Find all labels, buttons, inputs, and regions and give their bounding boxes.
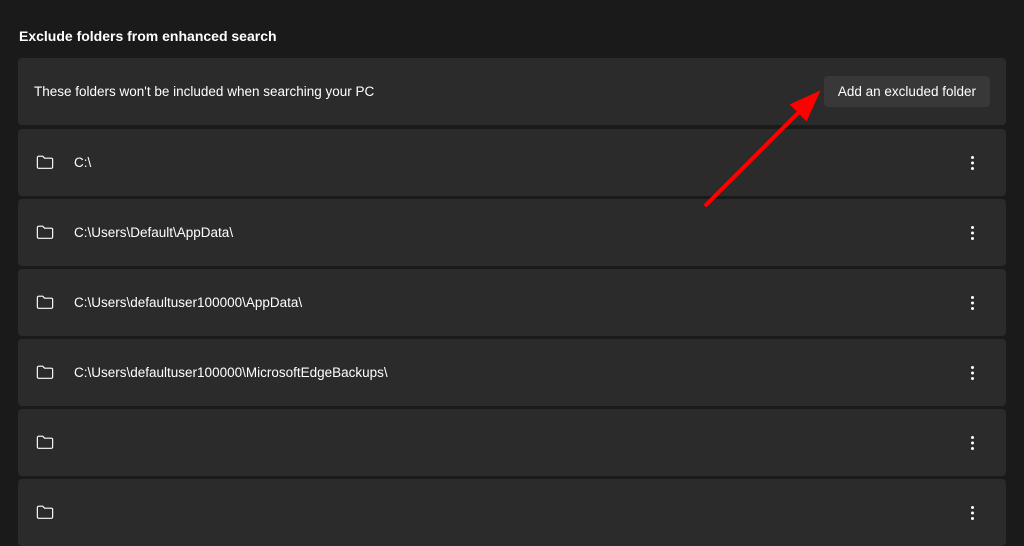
more-options-button[interactable]: [956, 427, 988, 459]
folder-icon: [36, 224, 54, 242]
folder-icon: [36, 154, 54, 172]
excluded-folder-row[interactable]: [18, 479, 1006, 546]
more-vertical-icon: [971, 506, 974, 520]
section-title: Exclude folders from enhanced search: [18, 28, 1006, 44]
add-excluded-folder-button[interactable]: Add an excluded folder: [824, 76, 990, 107]
folder-path-text: C:\Users\Default\AppData\: [74, 225, 936, 240]
more-vertical-icon: [971, 296, 974, 310]
more-vertical-icon: [971, 226, 974, 240]
more-options-button[interactable]: [956, 217, 988, 249]
excluded-folder-row[interactable]: [18, 409, 1006, 476]
excluded-folder-row[interactable]: C:\Users\defaultuser100000\AppData\: [18, 269, 1006, 336]
folder-path-text: C:\: [74, 155, 936, 170]
more-vertical-icon: [971, 436, 974, 450]
more-options-button[interactable]: [956, 357, 988, 389]
header-description: These folders won't be included when sea…: [34, 84, 374, 99]
excluded-folder-row[interactable]: C:\Users\Default\AppData\: [18, 199, 1006, 266]
excluded-folder-row[interactable]: C:\Users\defaultuser100000\MicrosoftEdge…: [18, 339, 1006, 406]
folder-path-text: C:\Users\defaultuser100000\AppData\: [74, 295, 936, 310]
folder-icon: [36, 294, 54, 312]
more-vertical-icon: [971, 156, 974, 170]
more-options-button[interactable]: [956, 497, 988, 529]
folder-icon: [36, 364, 54, 382]
more-options-button[interactable]: [956, 147, 988, 179]
folder-path-text: C:\Users\defaultuser100000\MicrosoftEdge…: [74, 365, 936, 380]
more-options-button[interactable]: [956, 287, 988, 319]
folder-icon: [36, 504, 54, 522]
header-card: These folders won't be included when sea…: [18, 58, 1006, 125]
excluded-folder-row[interactable]: C:\: [18, 129, 1006, 196]
more-vertical-icon: [971, 366, 974, 380]
folder-icon: [36, 434, 54, 452]
